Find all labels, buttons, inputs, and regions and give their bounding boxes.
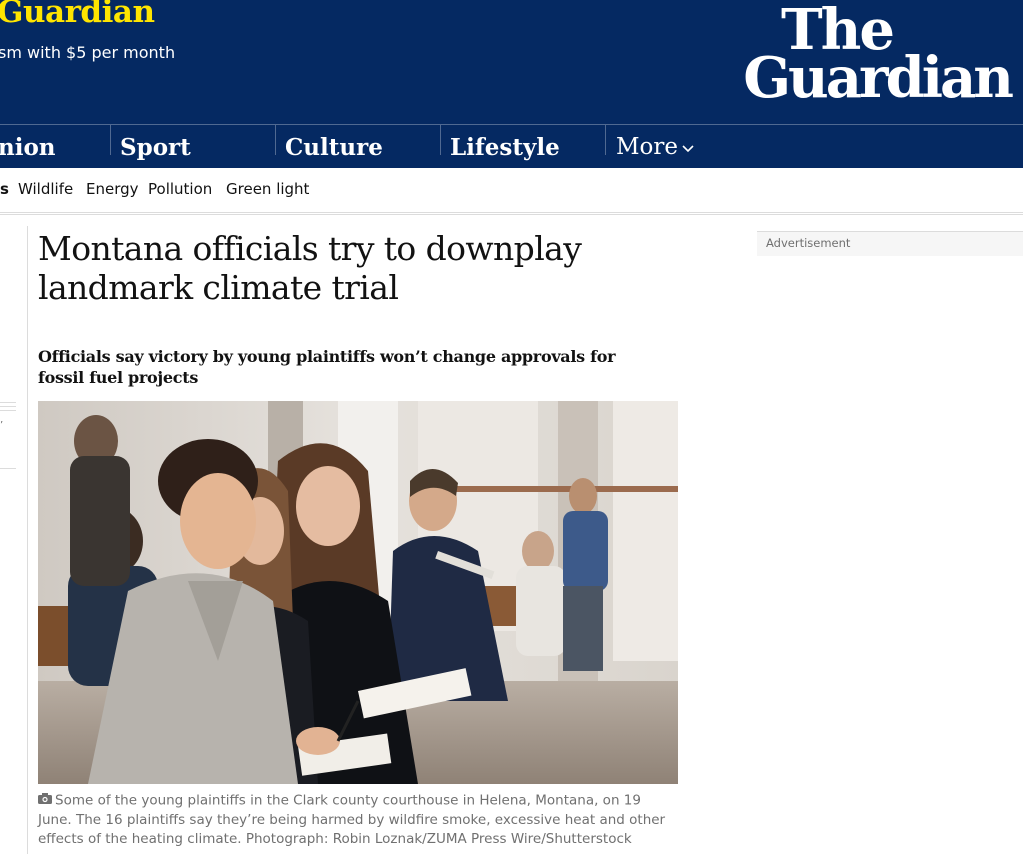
- logo-line-guardian: Guardian: [743, 45, 1014, 111]
- subnav-item-wildlife[interactable]: Wildlife: [18, 180, 73, 198]
- advertisement-label: Advertisement: [766, 236, 851, 250]
- guardian-logo[interactable]: The Guardian: [701, 2, 1014, 111]
- sub-nav: s Wildlife Energy Pollution Green light: [0, 168, 1023, 215]
- pillar-nav: nion Sport Culture Lifestyle More: [0, 124, 1023, 169]
- pillar-opinion[interactable]: nion: [0, 125, 56, 169]
- support-banner-subtitle[interactable]: sm with $5 per month: [0, 43, 175, 62]
- caption-text: Some of the young plaintiffs in the Clar…: [38, 792, 666, 847]
- article-main-image[interactable]: [38, 401, 678, 784]
- more-label: More: [616, 134, 679, 160]
- camera-icon: [38, 791, 52, 810]
- pillar-divider: [440, 125, 441, 155]
- left-column-lines: [0, 402, 16, 414]
- subnav-divider: [0, 214, 1023, 215]
- left-column-fragment: ’: [0, 420, 4, 431]
- article-standfirst: Officials say victory by young plaintiff…: [38, 347, 616, 387]
- left-column-divider: [0, 468, 16, 469]
- chevron-down-icon: [682, 142, 694, 156]
- masthead: Guardian sm with $5 per month The Guardi…: [0, 0, 1023, 124]
- more-menu-button[interactable]: More: [616, 125, 694, 169]
- pillar-divider: [110, 125, 111, 155]
- pillar-divider: [605, 125, 606, 155]
- subnav-item-energy[interactable]: Energy: [86, 180, 139, 198]
- column-divider: [27, 226, 28, 854]
- image-caption: Some of the young plaintiffs in the Clar…: [38, 791, 678, 849]
- pillar-divider: [275, 125, 276, 155]
- subnav-item-pollution[interactable]: Pollution: [148, 180, 212, 198]
- pillar-lifestyle[interactable]: Lifestyle: [450, 125, 560, 169]
- subnav-item-current[interactable]: s: [0, 180, 9, 198]
- pillar-culture[interactable]: Culture: [285, 125, 383, 169]
- subnav-item-green-light[interactable]: Green light: [226, 180, 309, 198]
- advertisement-slot: Advertisement: [757, 231, 1023, 256]
- pillar-sport[interactable]: Sport: [120, 125, 191, 169]
- article-headline: Montana officials try to downplay landma…: [38, 229, 582, 307]
- support-banner-title[interactable]: Guardian: [0, 0, 155, 30]
